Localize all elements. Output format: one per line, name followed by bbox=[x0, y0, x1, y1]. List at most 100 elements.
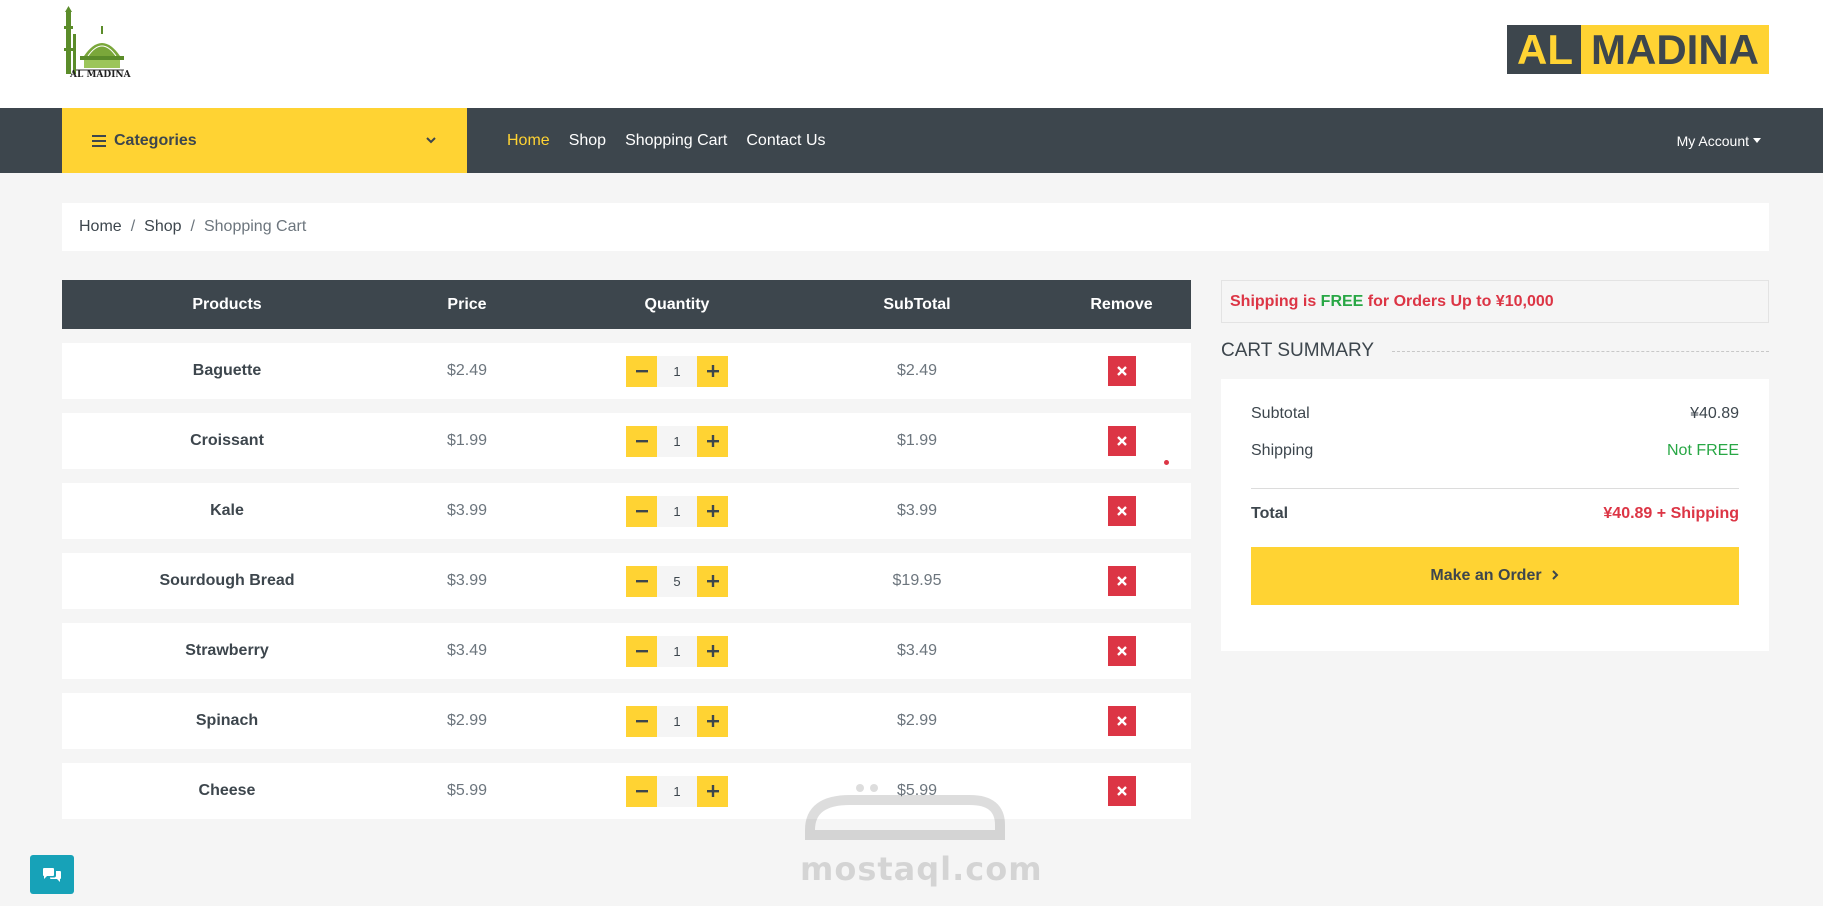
plus-icon bbox=[706, 435, 719, 447]
shipping-label: Shipping bbox=[1251, 442, 1314, 459]
shipping-value: Not FREE bbox=[1666, 442, 1739, 459]
close-icon bbox=[1116, 646, 1127, 656]
brand-badge[interactable]: AL MADINA bbox=[1507, 25, 1769, 74]
shipping-note-prefix: Shipping is bbox=[1230, 292, 1321, 310]
quantity-stepper bbox=[626, 355, 728, 387]
product-price: $5.99 bbox=[446, 782, 488, 799]
breadcrumb-separator: / bbox=[130, 218, 136, 235]
quantity-stepper bbox=[626, 425, 728, 457]
increase-quantity-button[interactable] bbox=[697, 495, 728, 527]
quantity-input[interactable] bbox=[657, 495, 697, 527]
decrease-quantity-button[interactable] bbox=[626, 425, 657, 457]
minus-icon bbox=[635, 370, 648, 373]
remove-item-button[interactable] bbox=[1107, 566, 1136, 596]
quantity-input[interactable] bbox=[657, 635, 697, 667]
logo-text: AL MADINA bbox=[70, 70, 131, 80]
plus-icon bbox=[706, 645, 719, 657]
quantity-input[interactable] bbox=[657, 425, 697, 457]
minus-icon bbox=[635, 580, 648, 583]
brand-badge-left: AL bbox=[1507, 25, 1582, 74]
increase-quantity-button[interactable] bbox=[697, 355, 728, 387]
product-subtotal: $19.95 bbox=[892, 572, 942, 589]
main-navbar: Categories Home Shop Shopping Cart Conta… bbox=[0, 108, 1823, 173]
cart-summary-box: Subtotal ¥40.89 Shipping Not FREE Total … bbox=[1221, 379, 1769, 651]
breadcrumb-current: Shopping Cart bbox=[203, 218, 307, 235]
chevron-right-icon bbox=[1550, 568, 1560, 584]
total-value: ¥40.89 + Shipping bbox=[1603, 505, 1739, 522]
quantity-stepper bbox=[626, 635, 728, 667]
subtotal-label: Subtotal bbox=[1251, 405, 1310, 422]
increase-quantity-button[interactable] bbox=[697, 775, 728, 807]
remove-item-button[interactable] bbox=[1107, 356, 1136, 386]
increase-quantity-button[interactable] bbox=[697, 705, 728, 737]
product-price: $3.99 bbox=[446, 572, 488, 589]
product-price: $3.99 bbox=[446, 502, 488, 519]
increase-quantity-button[interactable] bbox=[697, 635, 728, 667]
increase-quantity-button[interactable] bbox=[697, 565, 728, 597]
plus-icon bbox=[706, 785, 719, 797]
summary-divider bbox=[1251, 488, 1739, 489]
my-account-label: My Account bbox=[1676, 132, 1749, 149]
product-name: Kale bbox=[210, 502, 244, 519]
product-subtotal: $2.99 bbox=[896, 712, 938, 729]
shipping-note-free: FREE bbox=[1320, 292, 1364, 310]
cart-table-header: Products Price Quantity SubTotal Remove bbox=[62, 280, 1191, 329]
watermark-text: mostaql.com bbox=[800, 850, 1043, 888]
nav-link-shopping-cart[interactable]: Shopping Cart bbox=[625, 132, 727, 150]
decrease-quantity-button[interactable] bbox=[626, 775, 657, 807]
quantity-stepper bbox=[626, 775, 728, 807]
plus-icon bbox=[706, 365, 719, 377]
minus-icon bbox=[635, 440, 648, 443]
remove-item-button[interactable] bbox=[1107, 496, 1136, 526]
chat-icon bbox=[43, 867, 61, 882]
increase-quantity-button[interactable] bbox=[697, 425, 728, 457]
table-row: Sourdough Bread $3.99 $19.95 bbox=[62, 553, 1191, 609]
header-quantity: Quantity bbox=[644, 295, 710, 313]
close-icon bbox=[1116, 366, 1127, 376]
cart-summary-heading: CART SUMMARY bbox=[1221, 340, 1375, 361]
table-row: Baguette $2.49 $2.49 bbox=[62, 343, 1191, 399]
table-row: Strawberry $3.49 $3.49 bbox=[62, 623, 1191, 679]
chat-button[interactable] bbox=[30, 855, 74, 894]
header-products: Products bbox=[192, 295, 262, 313]
decrease-quantity-button[interactable] bbox=[626, 355, 657, 387]
product-subtotal: $1.99 bbox=[896, 432, 938, 449]
nav-link-contact-us[interactable]: Contact Us bbox=[746, 132, 825, 150]
product-name: Sourdough Bread bbox=[159, 572, 295, 589]
close-icon bbox=[1116, 786, 1127, 796]
breadcrumb-home[interactable]: Home bbox=[79, 218, 122, 236]
decrease-quantity-button[interactable] bbox=[626, 495, 657, 527]
product-name: Spinach bbox=[195, 712, 259, 729]
my-account-dropdown[interactable]: My Account bbox=[1677, 108, 1761, 173]
decrease-quantity-button[interactable] bbox=[626, 705, 657, 737]
summary-shipping-row: Shipping Not FREE bbox=[1251, 442, 1739, 460]
header-price: Price bbox=[447, 295, 487, 313]
breadcrumb-shop[interactable]: Shop bbox=[144, 218, 181, 236]
store-logo[interactable]: AL MADINA bbox=[62, 6, 144, 94]
decrease-quantity-button[interactable] bbox=[626, 635, 657, 667]
brand-badge-right: MADINA bbox=[1581, 25, 1769, 74]
breadcrumb-separator: / bbox=[190, 218, 195, 235]
minus-icon bbox=[635, 790, 648, 793]
decrease-quantity-button[interactable] bbox=[626, 565, 657, 597]
remove-item-button[interactable] bbox=[1107, 426, 1136, 456]
remove-item-button[interactable] bbox=[1107, 636, 1136, 666]
chevron-down-icon bbox=[425, 133, 437, 149]
summary-subtotal-row: Subtotal ¥40.89 bbox=[1251, 405, 1739, 423]
quantity-input[interactable] bbox=[657, 705, 697, 737]
quantity-input[interactable] bbox=[657, 775, 697, 807]
title-divider bbox=[1392, 350, 1769, 352]
plus-icon bbox=[706, 715, 719, 727]
quantity-input[interactable] bbox=[657, 355, 697, 387]
quantity-input[interactable] bbox=[657, 565, 697, 597]
summary-total-row: Total ¥40.89 + Shipping bbox=[1251, 505, 1739, 523]
remove-item-button[interactable] bbox=[1107, 776, 1136, 806]
product-name: Baguette bbox=[192, 362, 262, 379]
total-label: Total bbox=[1251, 505, 1289, 522]
make-order-button[interactable]: Make an Order bbox=[1251, 547, 1739, 605]
remove-item-button[interactable] bbox=[1107, 706, 1136, 736]
categories-dropdown[interactable]: Categories bbox=[62, 108, 467, 173]
table-row: Kale $3.99 $3.99 bbox=[62, 483, 1191, 539]
nav-link-home[interactable]: Home bbox=[507, 132, 550, 150]
nav-link-shop[interactable]: Shop bbox=[569, 132, 606, 150]
